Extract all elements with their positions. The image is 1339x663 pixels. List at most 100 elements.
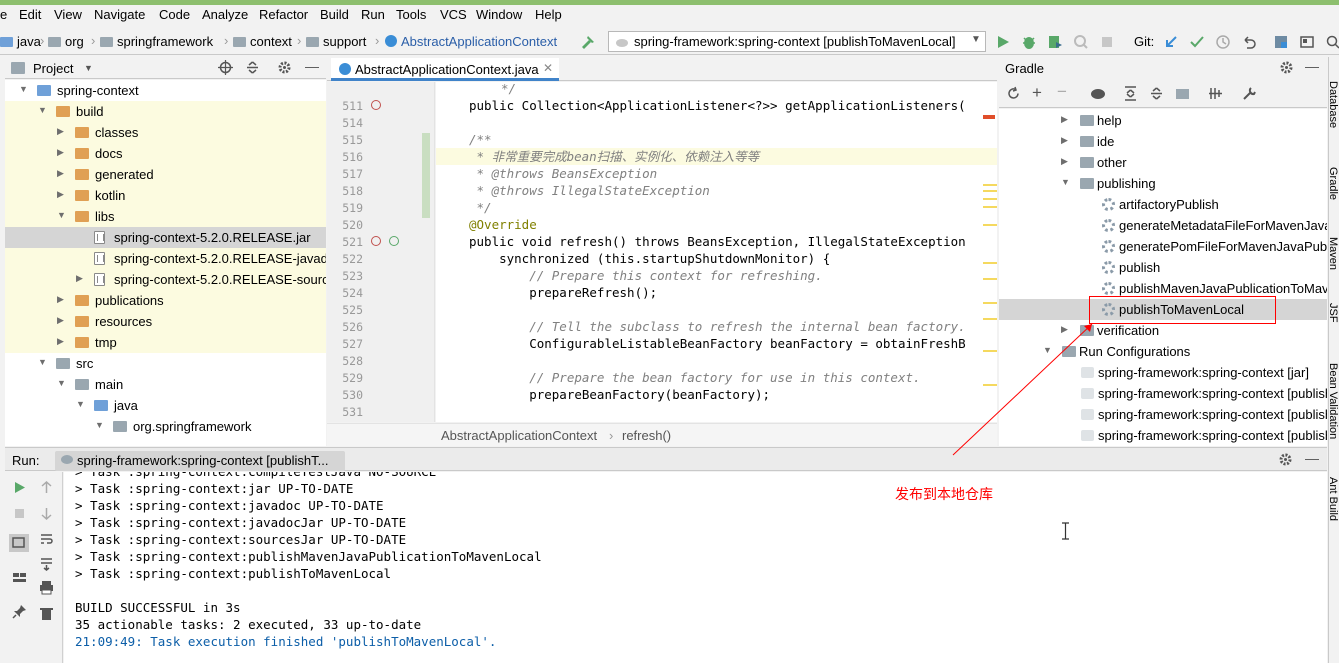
chevron-down-icon[interactable]: ▼ xyxy=(1061,177,1070,187)
breadcrumb-class[interactable]: AbstractApplicationContext xyxy=(385,34,557,49)
chevron-down-icon[interactable]: ▼ xyxy=(84,63,93,73)
project-tree-row[interactable]: ▼ build xyxy=(5,101,326,122)
menu-navigate[interactable]: Navigate xyxy=(94,7,145,22)
project-tree-row[interactable]: ▼ main xyxy=(5,374,326,395)
gradle-tree-row[interactable]: ▼ publishing xyxy=(999,173,1327,194)
gradle-tree-row[interactable]: ▶ help xyxy=(999,110,1327,131)
refresh-icon[interactable] xyxy=(1006,86,1021,101)
menu-build[interactable]: Build xyxy=(320,7,349,22)
gradle-tree-row[interactable]: spring-framework:spring-context [publish… xyxy=(999,383,1327,404)
menu-view[interactable]: View xyxy=(54,7,82,22)
breadcrumb-springframework[interactable]: springframework xyxy=(100,34,213,49)
error-stripe[interactable] xyxy=(983,82,997,422)
print-icon[interactable] xyxy=(39,580,54,595)
minimize-icon[interactable]: — xyxy=(1305,58,1319,74)
project-structure-icon[interactable] xyxy=(1273,34,1289,50)
debug-icon[interactable] xyxy=(1021,34,1037,50)
project-tree-row[interactable]: ▼ java xyxy=(5,395,326,416)
chevron-right-icon[interactable]: ▶ xyxy=(57,189,64,200)
tab-bean-validation[interactable]: Bean Validation xyxy=(1327,363,1339,439)
gradle-tree-row[interactable]: ▼ Run Configurations xyxy=(999,341,1327,362)
stop-icon[interactable] xyxy=(1099,34,1115,50)
chevron-right-icon[interactable]: ▶ xyxy=(57,168,64,179)
menu-edit[interactable]: Edit xyxy=(19,7,41,22)
scroll-to-end-icon[interactable] xyxy=(39,556,54,571)
chevron-right-icon[interactable]: ▶ xyxy=(57,147,64,158)
git-commit-icon[interactable] xyxy=(1189,34,1205,50)
project-tree-row[interactable]: ▶ publications xyxy=(5,290,326,311)
chevron-right-icon[interactable]: ▶ xyxy=(76,273,83,284)
gradle-tree-row[interactable]: spring-framework:spring-context [jar] xyxy=(999,362,1327,383)
chevron-down-icon[interactable]: ▼ xyxy=(19,84,28,94)
editor-breadcrumb-class[interactable]: AbstractApplicationContext xyxy=(441,428,597,443)
project-tree-row[interactable]: ▶ docs xyxy=(5,143,326,164)
wrench-icon[interactable] xyxy=(1242,86,1257,101)
trash-icon[interactable] xyxy=(39,606,54,621)
chevron-right-icon[interactable]: ▶ xyxy=(1061,156,1068,167)
history-icon[interactable] xyxy=(1215,34,1231,50)
override-marker-icon[interactable] xyxy=(371,100,381,110)
stop-icon[interactable] xyxy=(12,506,27,521)
chevron-right-icon[interactable]: ▶ xyxy=(1061,135,1068,146)
collapse-all-icon[interactable] xyxy=(245,60,260,75)
menu-run[interactable]: Run xyxy=(361,7,385,22)
project-tree-row[interactable]: ▶ classes xyxy=(5,122,326,143)
editor-tab[interactable]: AbstractApplicationContext.java ✕ xyxy=(331,58,559,81)
project-tree-row[interactable]: ▶ kotlin xyxy=(5,185,326,206)
toggle-view-icon[interactable] xyxy=(9,534,29,552)
gradle-tree-row[interactable]: ▶ other xyxy=(999,152,1327,173)
menu-refactor[interactable]: Refactor xyxy=(259,7,308,22)
minimize-icon[interactable]: — xyxy=(305,58,319,74)
menu-analyze[interactable]: Analyze xyxy=(202,7,248,22)
chevron-down-icon[interactable]: ▼ xyxy=(38,357,47,367)
expand-all-icon[interactable] xyxy=(1123,86,1138,101)
soft-wrap-icon[interactable] xyxy=(39,532,54,547)
menu-code[interactable]: Code xyxy=(159,7,190,22)
run-console[interactable]: > Task :spring-context:compileTestJava N… xyxy=(64,472,1327,663)
gradle-tree-row[interactable]: artifactoryPublish xyxy=(999,194,1327,215)
gradle-tree-row[interactable]: spring-framework:spring-context [publish… xyxy=(999,404,1327,425)
tab-gradle[interactable]: Gradle xyxy=(1327,167,1339,200)
profile-icon[interactable] xyxy=(1073,34,1089,50)
project-tree-row[interactable]: ▶ resources xyxy=(5,311,326,332)
gear-icon[interactable] xyxy=(277,60,292,75)
menu-tools[interactable]: Tools xyxy=(396,7,426,22)
git-update-icon[interactable] xyxy=(1163,34,1179,50)
chevron-right-icon[interactable]: ▶ xyxy=(57,336,64,347)
run-tab[interactable]: spring-framework:spring-context [publish… xyxy=(55,451,345,471)
chevron-down-icon[interactable]: ▼ xyxy=(38,105,47,115)
chevron-down-icon[interactable]: ▼ xyxy=(1043,345,1052,355)
project-tree-row[interactable]: ▼ org.springframework xyxy=(5,416,326,437)
project-tree-row[interactable]: spring-context-5.2.0.RELEASE.jar xyxy=(5,227,326,248)
tab-database[interactable]: Database xyxy=(1327,81,1339,128)
menu-file[interactable]: e xyxy=(0,7,7,22)
project-tree-row[interactable]: ▶ tmp xyxy=(5,332,326,353)
coverage-icon[interactable] xyxy=(1047,34,1063,50)
minimize-icon[interactable]: — xyxy=(1305,450,1319,466)
hammer-icon[interactable] xyxy=(580,34,596,50)
project-tree-row[interactable]: ▶ generated xyxy=(5,164,326,185)
chevron-right-icon[interactable]: ▶ xyxy=(1061,114,1068,125)
remove-icon[interactable]: − xyxy=(1057,82,1067,102)
down-arrow-icon[interactable] xyxy=(39,506,54,521)
breadcrumb-org[interactable]: org xyxy=(48,34,84,49)
gradle-tree-row[interactable]: ▶ ide xyxy=(999,131,1327,152)
gradle-elephant-icon[interactable] xyxy=(1089,86,1106,101)
chevron-right-icon[interactable]: ▶ xyxy=(1061,324,1068,335)
layout-icon[interactable] xyxy=(12,570,27,585)
implementation-marker-icon[interactable] xyxy=(389,236,399,246)
toggle-offline-icon[interactable] xyxy=(1208,86,1223,101)
breadcrumb-java[interactable]: java xyxy=(0,34,41,49)
chevron-right-icon[interactable]: ▶ xyxy=(57,126,64,137)
menu-help[interactable]: Help xyxy=(535,7,562,22)
rollback-icon[interactable] xyxy=(1241,34,1257,50)
menu-window[interactable]: Window xyxy=(476,7,522,22)
up-arrow-icon[interactable] xyxy=(39,480,54,495)
chevron-down-icon[interactable]: ▼ xyxy=(95,420,104,430)
gradle-tree-row[interactable]: spring-framework:spring-context [publish… xyxy=(999,425,1327,446)
chevron-down-icon[interactable]: ▼ xyxy=(57,378,66,388)
run-icon[interactable] xyxy=(995,34,1011,50)
gradle-tree-row[interactable]: generateMetadataFileForMavenJavaPublicat… xyxy=(999,215,1327,236)
locate-icon[interactable] xyxy=(218,60,233,75)
pin-icon[interactable] xyxy=(12,604,27,619)
